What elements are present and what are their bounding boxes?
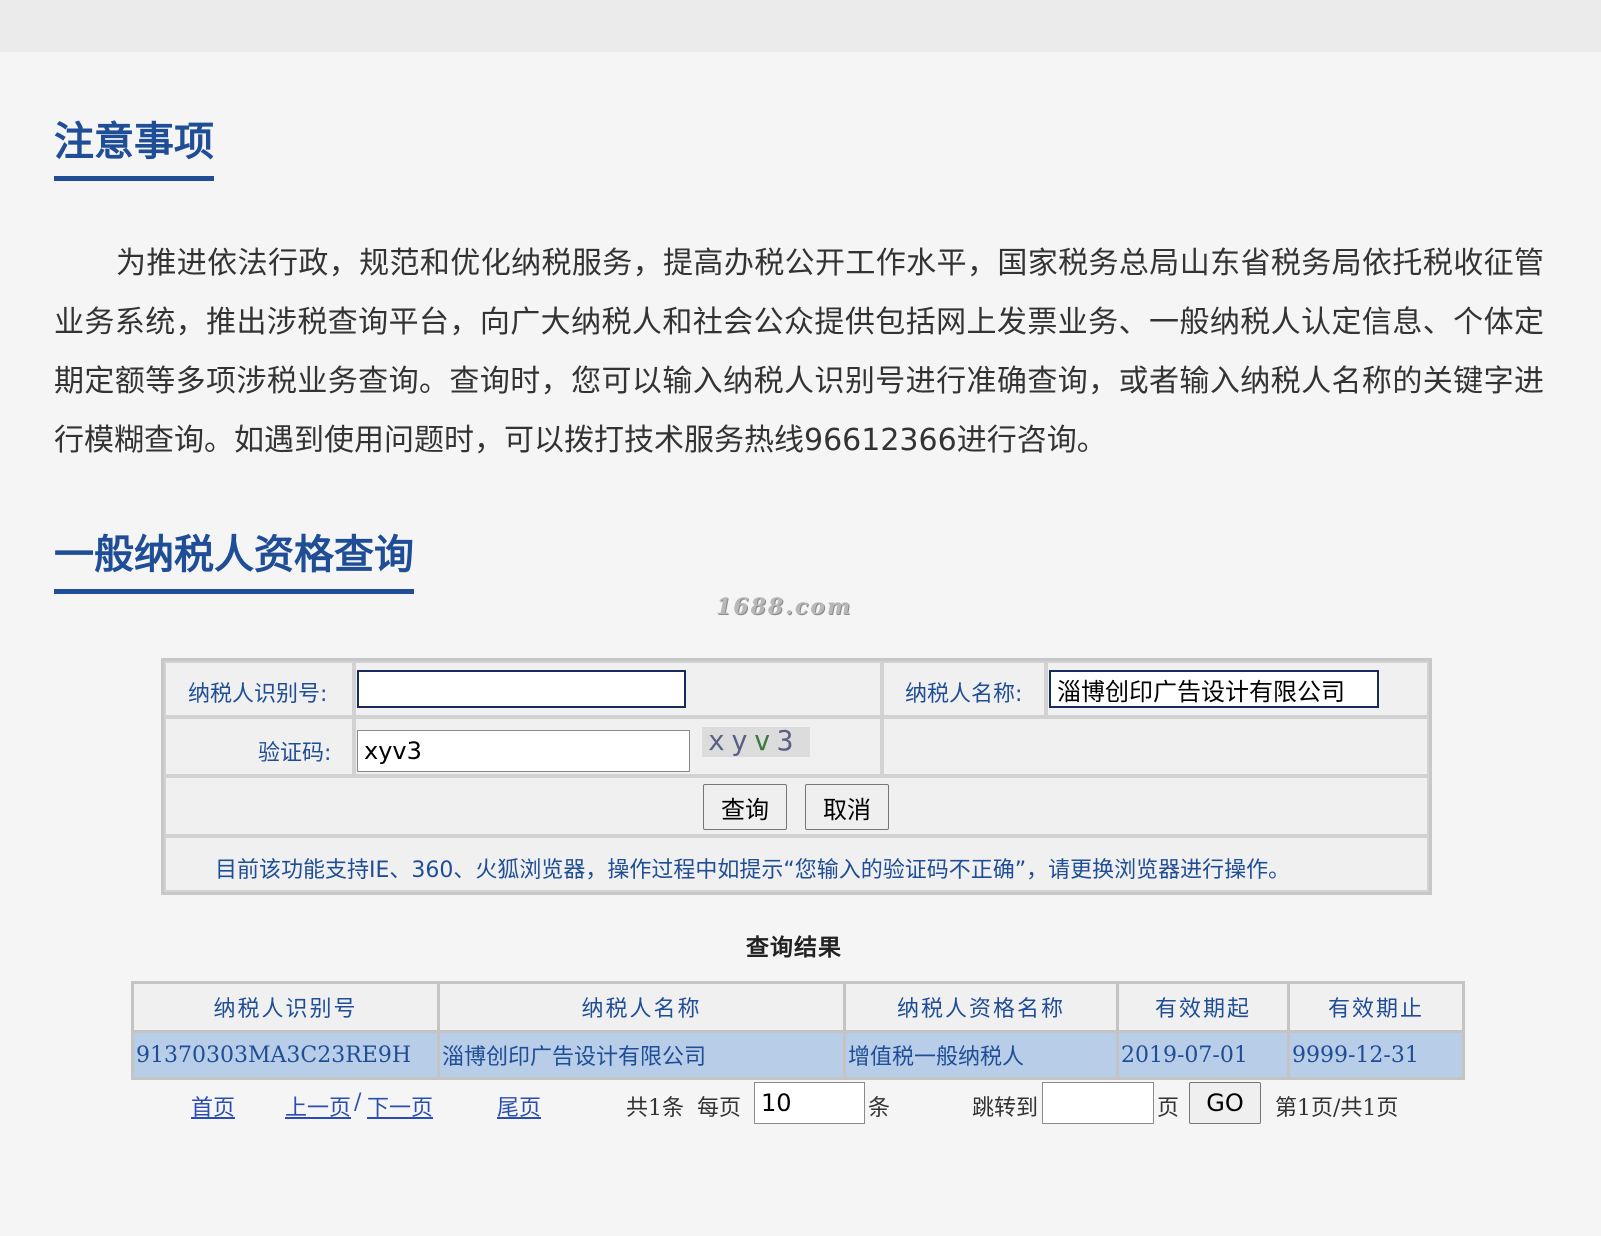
col-header-valid-to: 有效期止 — [1287, 981, 1465, 1033]
last-page-link[interactable]: 尾页 — [497, 1090, 541, 1122]
page-info: 第1页/共1页 — [1275, 1096, 1399, 1121]
taxpayer-id-input[interactable] — [357, 670, 686, 708]
jump-page-input[interactable] — [1042, 1082, 1154, 1124]
cell-valid-from: 2019-07-01 — [1116, 1030, 1290, 1080]
jump-label: 跳转到 — [972, 1096, 1039, 1121]
notes-title: 注意事项 — [54, 122, 214, 181]
taxpayer-name-input[interactable] — [1049, 670, 1379, 708]
top-strip — [0, 0, 1601, 52]
per-page-input[interactable] — [754, 1082, 865, 1124]
prev-page-link[interactable]: 上一页 — [285, 1090, 351, 1122]
total-count: 共1条 — [626, 1096, 684, 1121]
notes-body: 为推进依法行政，规范和优化纳税服务，提高办税公开工作水平，国家税务总局山东省税务… — [54, 246, 1544, 458]
taxpayer-id-label: 纳税人识别号: — [188, 682, 328, 707]
first-page-link[interactable]: 首页 — [191, 1090, 235, 1122]
empty-cell — [882, 717, 1429, 776]
watermark: 1688.com — [716, 594, 853, 620]
results-table: 纳税人识别号 纳税人名称 纳税人资格名称 有效期起 有效期止 91370303M… — [131, 981, 1465, 1080]
query-title: 一般纳税人资格查询 — [54, 535, 414, 594]
taxpayer-name-label: 纳税人名称: — [905, 682, 1023, 707]
table-row: 91370303MA3C23RE9H 淄博创印广告设计有限公司 增值税一般纳税人… — [131, 1030, 1465, 1080]
jump-unit: 页 — [1157, 1096, 1180, 1121]
cell-qualification: 增值税一般纳税人 — [843, 1030, 1119, 1080]
go-button[interactable]: GO — [1189, 1082, 1261, 1124]
col-header-taxpayer-id: 纳税人识别号 — [131, 981, 440, 1033]
search-button[interactable]: 查询 — [703, 784, 787, 830]
browser-hint: 目前该功能支持IE、360、火狐浏览器，操作过程中如提示“您输入的验证码不正确”… — [215, 858, 1291, 883]
per-page-unit: 条 — [868, 1096, 891, 1121]
per-page-label: 每页 — [697, 1096, 742, 1121]
next-page-link[interactable]: 下一页 — [367, 1090, 433, 1122]
col-header-taxpayer-name: 纳税人名称 — [437, 981, 846, 1033]
col-header-valid-from: 有效期起 — [1116, 981, 1290, 1033]
cell-taxpayer-id: 91370303MA3C23RE9H — [131, 1030, 440, 1080]
results-title: 查询结果 — [746, 934, 842, 961]
col-header-qualification: 纳税人资格名称 — [843, 981, 1119, 1033]
cancel-button[interactable]: 取消 — [805, 784, 889, 830]
captcha-input[interactable] — [357, 730, 690, 772]
captcha-label: 验证码: — [258, 741, 332, 766]
cell-valid-to: 9999-12-31 — [1287, 1030, 1465, 1080]
cell-taxpayer-name: 淄博创印广告设计有限公司 — [437, 1030, 846, 1080]
buttons-row — [164, 776, 1429, 836]
captcha-image[interactable]: xyv3 — [702, 727, 810, 757]
pager-separator: / — [354, 1090, 362, 1115]
results-header-row: 纳税人识别号 纳税人名称 纳税人资格名称 有效期起 有效期止 — [131, 981, 1465, 1033]
